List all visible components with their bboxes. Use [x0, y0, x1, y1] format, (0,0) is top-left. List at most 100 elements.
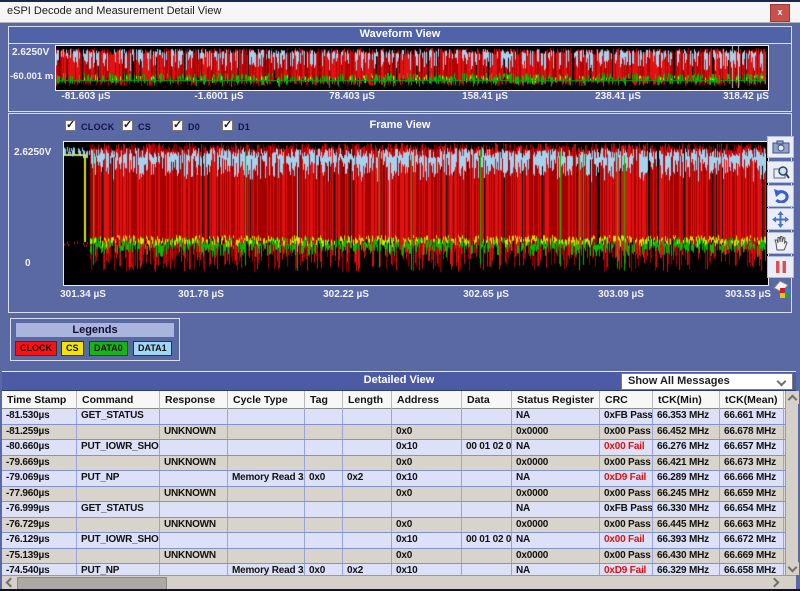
column-header[interactable]: CRC: [600, 391, 653, 409]
table-row[interactable]: -75.139µsUNKNOWN0x00x00000x00 Pass66.430…: [2, 549, 785, 565]
scroll-up-button[interactable]: [786, 391, 799, 404]
close-icon: x: [777, 7, 782, 17]
table-row[interactable]: -76.729µsUNKNOWN0x00x00000x00 Pass66.445…: [2, 518, 785, 534]
message-filter-value: Show All Messages: [628, 375, 730, 387]
table-cell: PUT_IOWR_SHORT: [77, 533, 160, 548]
table-row[interactable]: -76.129µsPUT_IOWR_SHORT0x1000 01 02 03NA…: [2, 533, 785, 549]
table-cell: -74.540µs: [2, 564, 77, 575]
table-row[interactable]: -81.259µsUNKNOWN0x00x00000x00 Pass66.452…: [2, 425, 785, 441]
checkbox-cs[interactable]: [122, 120, 133, 131]
scroll-down-button[interactable]: [786, 562, 799, 575]
table-cell: [77, 487, 160, 502]
column-header[interactable]: tCK(Min): [653, 391, 720, 409]
scroll-left-button[interactable]: [2, 576, 15, 589]
table-cell: 0x10: [392, 471, 462, 486]
waveform-plot[interactable]: [55, 45, 769, 91]
table-cell: [343, 425, 392, 440]
table-row[interactable]: -81.530µsGET_STATUSNA0xFB Pass66.353 MHz…: [2, 409, 785, 425]
column-header[interactable]: Data: [462, 391, 512, 409]
table-cell: 0x00 Fail: [600, 440, 653, 455]
table-cell: 0xFB Pass: [600, 409, 653, 424]
table-row[interactable]: -80.660µsPUT_IOWR_SHORT0x1000 01 02 03NA…: [2, 440, 785, 456]
column-header[interactable]: Tag: [305, 391, 343, 409]
table-cell: [160, 533, 228, 548]
zoom-select-button[interactable]: [767, 161, 794, 183]
table-row[interactable]: -74.540µsPUT_NPMemory Read 320x00x20x10N…: [2, 564, 785, 575]
table-cell: 66.421 MHz: [653, 456, 720, 471]
table-cell: -79.069µs: [2, 471, 77, 486]
scroll-right-button[interactable]: [769, 576, 782, 589]
table-cell: 0x0: [392, 425, 462, 440]
table-cell: 0x10: [392, 440, 462, 455]
frame-tick-1: 301.78 µS: [156, 289, 246, 300]
frame-tick-0: 301.34 µS: [38, 289, 128, 300]
table-cell: [305, 409, 343, 424]
table-row[interactable]: -76.999µsGET_STATUSNA0xFB Pass66.330 MHz…: [2, 502, 785, 518]
undo-button[interactable]: [767, 185, 794, 207]
chevron-right-icon: [769, 578, 779, 588]
palette-button[interactable]: [769, 278, 795, 302]
waveform-tick-2: 78.403 µS: [307, 91, 397, 102]
column-header[interactable]: Cycle Type: [228, 391, 305, 409]
message-filter-dropdown[interactable]: Show All Messages: [621, 373, 793, 390]
frame-plot[interactable]: [63, 141, 769, 286]
table-cell: 66.659 MHz: [720, 487, 784, 502]
table-cell: 66.445 MHz: [653, 518, 720, 533]
chevron-left-icon: [5, 578, 15, 588]
table-cell: 66.276 MHz: [653, 440, 720, 455]
chevron-down-icon: [777, 377, 787, 387]
checkbox-d1[interactable]: [222, 120, 233, 131]
column-header[interactable]: Length: [343, 391, 392, 409]
legend-item: DATA0: [89, 341, 128, 356]
table-cell: 0x2: [343, 471, 392, 486]
table-vertical-scrollbar[interactable]: [785, 391, 798, 575]
table-row[interactable]: -79.069µsPUT_NPMemory Read 320x00x20x10N…: [2, 471, 785, 487]
pan-hand-button[interactable]: [767, 232, 794, 254]
waveform-tick-5: 318.42 µS: [701, 91, 791, 102]
table-cell: 66.661 MHz: [720, 409, 784, 424]
table-cell: 0x0: [392, 549, 462, 564]
close-button[interactable]: x: [770, 4, 790, 22]
column-header[interactable]: Response: [160, 391, 228, 409]
table-row[interactable]: -79.669µsUNKNOWN0x00x00000x00 Pass66.421…: [2, 456, 785, 472]
column-header[interactable]: Status Register: [512, 391, 600, 409]
table-cell: -81.530µs: [2, 409, 77, 424]
pan-arrows-button[interactable]: [767, 208, 794, 230]
chevron-down-icon: [788, 562, 798, 572]
table-cell: [160, 471, 228, 486]
pause-button[interactable]: [767, 256, 794, 278]
table-cell: [392, 409, 462, 424]
table-cell: [343, 518, 392, 533]
table-cell: 0x0000: [512, 549, 600, 564]
table-cell: 0x10: [392, 533, 462, 548]
table-cell: 0x0000: [512, 487, 600, 502]
checkbox-d0[interactable]: [172, 120, 183, 131]
table-cell: Memory Read 32: [228, 564, 305, 575]
waveform-tick-4: 238.41 µS: [573, 91, 663, 102]
table-cell: [462, 564, 512, 575]
table-cell: 66.289 MHz: [653, 471, 720, 486]
column-header[interactable]: Address: [392, 391, 462, 409]
table-cell: -76.999µs: [2, 502, 77, 517]
table-horizontal-scrollbar[interactable]: [2, 575, 796, 589]
column-header[interactable]: Time Stamp: [2, 391, 77, 409]
table-cell: UNKNOWN: [160, 487, 228, 502]
screenshot-button[interactable]: [767, 136, 794, 158]
table-cell: 66.672 MHz: [720, 533, 784, 548]
table-cell: 0x00 Pass: [600, 425, 653, 440]
title-bar[interactable]: eSPI Decode and Measurement Detail View …: [0, 2, 800, 23]
waveform-tick-1: -1.6001 µS: [174, 91, 264, 102]
table-cell: 0x0: [305, 564, 343, 575]
table-row[interactable]: -77.960µsUNKNOWN0x00x00000x00 Pass66.245…: [2, 487, 785, 503]
table-cell: [392, 502, 462, 517]
table-cell: [77, 425, 160, 440]
table-cell: 00 01 02 03: [462, 533, 512, 548]
table-cell: -76.129µs: [2, 533, 77, 548]
column-header[interactable]: tCK(Mean): [720, 391, 784, 409]
table-cell: [462, 409, 512, 424]
column-header[interactable]: Command: [77, 391, 160, 409]
checkbox-clock[interactable]: [65, 120, 76, 131]
waveform-y-bottom-label: -60.001 m: [10, 71, 53, 82]
table-cell: Memory Read 32: [228, 471, 305, 486]
table-cell: NA: [512, 502, 600, 517]
